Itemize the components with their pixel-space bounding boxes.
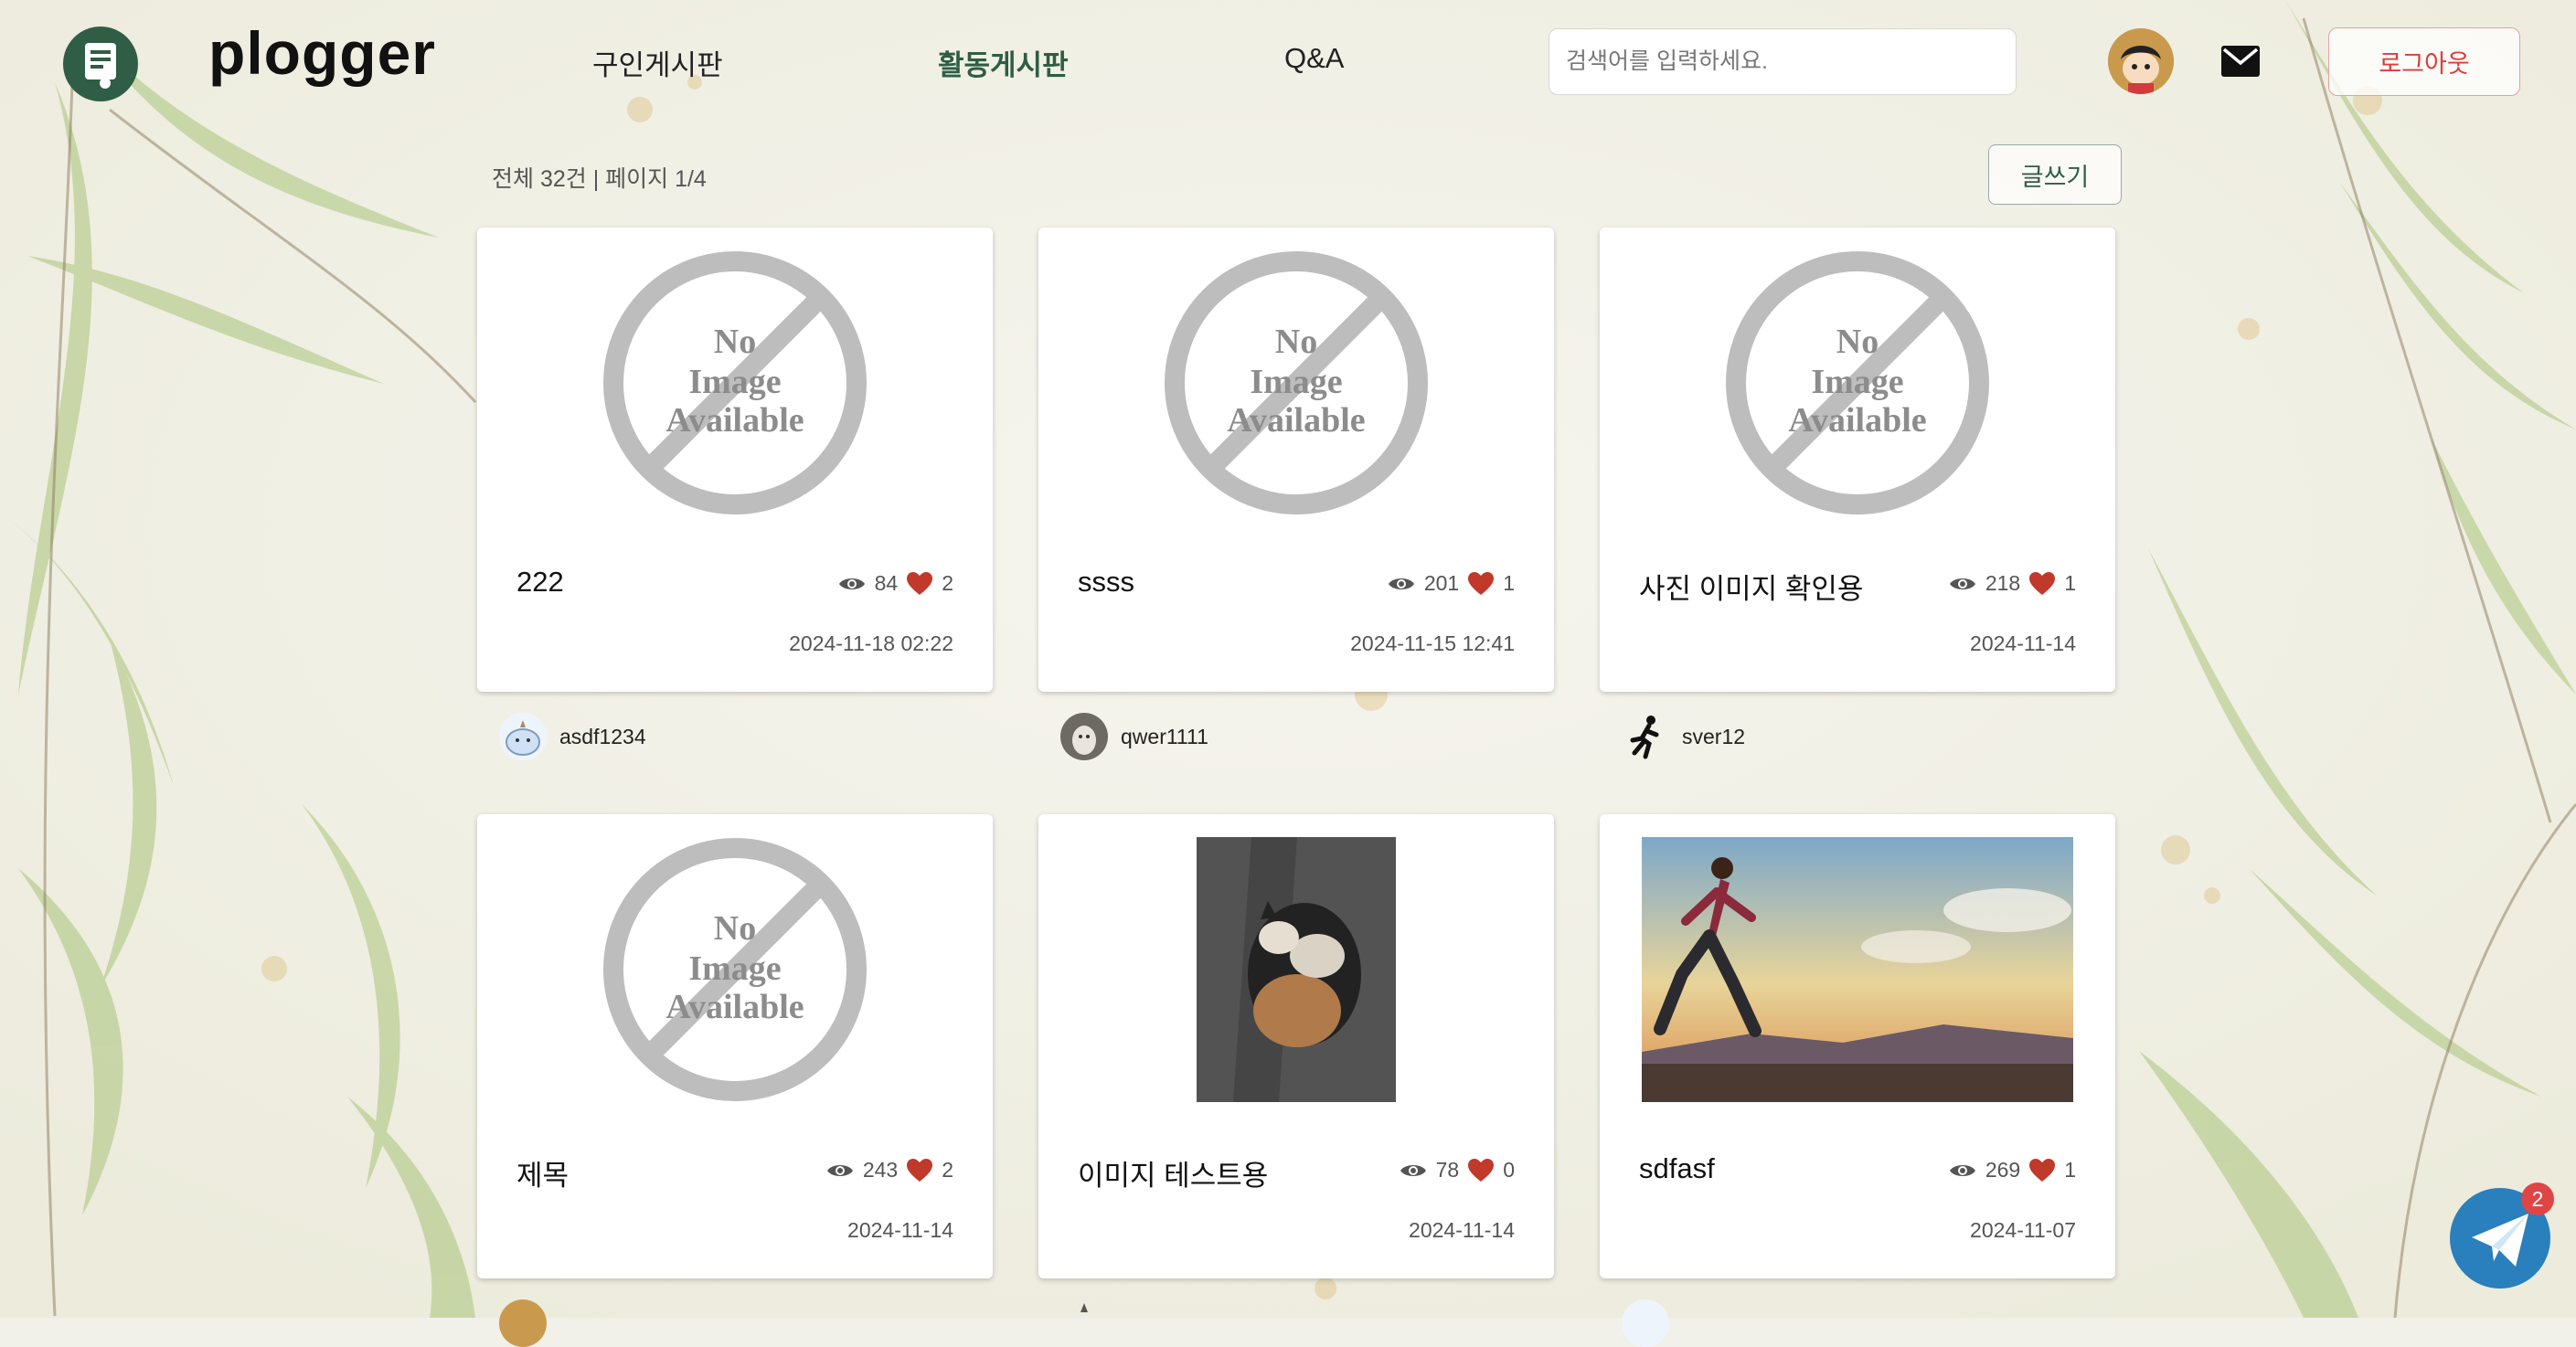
post-date: 2024-11-18 02:22 (789, 631, 953, 655)
post-thumbnail (1038, 837, 1554, 1102)
heart-icon (907, 1158, 933, 1182)
noimage-text-line: Available (1227, 401, 1365, 440)
write-button[interactable]: 글쓰기 (1988, 144, 2122, 205)
like-count: 1 (1503, 571, 1515, 595)
post-stats: 201 1 (1388, 571, 1515, 596)
view-count: 218 (1985, 571, 2021, 595)
runner-photo (1642, 837, 2073, 1102)
heart-icon (2029, 1158, 2056, 1182)
search-input[interactable] (1549, 28, 2017, 95)
eye-icon (1400, 1164, 1426, 1176)
post-title: 이미지 테스트용 (1078, 1160, 1269, 1192)
eye-icon (838, 578, 865, 589)
no-image-placeholder: No Image Available (477, 250, 993, 515)
logo-icon[interactable] (63, 27, 138, 101)
post-stats: 218 1 (1949, 571, 2076, 596)
notification-badge: 2 (2521, 1183, 2554, 1215)
noimage-text-line: No (1275, 323, 1317, 361)
eye-icon (1949, 1164, 1975, 1176)
author-name: qwer1111 (1121, 724, 1208, 748)
heart-icon (2029, 571, 2056, 595)
post-author[interactable]: qwer1111 (1060, 713, 1208, 760)
heart-icon (1468, 1158, 1495, 1182)
mail-icon[interactable] (2221, 46, 2260, 77)
post-date: 2024-11-14 (1409, 1218, 1515, 1242)
logout-button[interactable]: 로그아웃 (2328, 27, 2520, 96)
noimage-text-line: Image (688, 363, 781, 401)
nav-qna[interactable]: Q&A (1284, 42, 1344, 75)
post-author[interactable] (499, 1299, 547, 1347)
like-count: 2 (942, 571, 953, 595)
post-stats: 269 1 (1949, 1158, 2076, 1183)
post-author[interactable] (1060, 1299, 1108, 1347)
post-count-summary: 전체 32건 | 페이지 1/4 (492, 166, 707, 192)
noimage-text-line: Available (665, 401, 804, 440)
author-name: sver12 (1682, 724, 1746, 748)
no-image-placeholder: No Image Available (1600, 250, 2115, 515)
eye-icon (1949, 578, 1975, 589)
post-author[interactable]: asdf1234 (499, 713, 646, 760)
author-avatar (1060, 713, 1108, 760)
author-name: asdf1234 (559, 724, 646, 748)
noimage-text-line: No (714, 323, 756, 361)
no-image-placeholder: No Image Available (477, 837, 993, 1102)
author-avatar (499, 1299, 547, 1347)
post-date: 2024-11-15 12:41 (1350, 631, 1515, 655)
like-count: 2 (942, 1158, 953, 1182)
post-title: 사진 이미지 확인용 (1639, 573, 1864, 605)
post-title: ssss (1078, 566, 1134, 598)
view-count: 84 (874, 571, 899, 595)
post-author[interactable]: sver12 (1622, 713, 1745, 760)
post-stats: 84 2 (838, 571, 953, 596)
noimage-text-line: Image (688, 949, 781, 988)
post-author[interactable] (1622, 1299, 1669, 1347)
noimage-text-line: Available (1788, 401, 1926, 440)
eye-icon (1388, 578, 1414, 589)
post-card[interactable]: No Image Available 사진 이미지 확인용 218 1 2024… (1600, 228, 2115, 692)
view-count: 269 (1985, 1158, 2021, 1182)
post-title: sdfasf (1639, 1152, 1715, 1184)
post-card[interactable]: sdfasf 269 1 2024-11-07 (1600, 814, 2115, 1278)
like-count: 1 (2064, 571, 2076, 595)
post-stats: 243 2 (826, 1158, 953, 1183)
brand-title[interactable]: plogger (208, 18, 436, 88)
view-count: 201 (1423, 571, 1460, 595)
eye-icon (826, 1164, 853, 1176)
post-title: 222 (516, 566, 564, 598)
post-date: 2024-11-07 (1970, 1218, 2076, 1242)
author-avatar (1622, 1299, 1669, 1347)
post-date: 2024-11-14 (1970, 631, 2076, 655)
nav-job-board[interactable]: 구인게시판 (592, 42, 723, 83)
post-card[interactable]: No Image Available 제목 243 2 2024-11-14 (477, 814, 993, 1278)
author-avatar (1060, 1299, 1108, 1347)
post-title: 제목 (516, 1160, 569, 1192)
noimage-text-line: Available (665, 988, 804, 1026)
like-count: 1 (2064, 1158, 2076, 1182)
view-count: 243 (862, 1158, 899, 1182)
like-count: 0 (1503, 1158, 1515, 1182)
view-count: 78 (1435, 1158, 1460, 1182)
cat-photo (1197, 837, 1396, 1102)
post-stats: 78 0 (1400, 1158, 1515, 1183)
post-card[interactable]: 이미지 테스트용 78 0 2024-11-14 (1038, 814, 1554, 1278)
post-card[interactable]: No Image Available 222 84 2 2024-11-18 0… (477, 228, 993, 692)
user-avatar[interactable] (2108, 28, 2174, 94)
post-thumbnail (1600, 837, 2115, 1102)
post-card[interactable]: No Image Available ssss 201 1 2024-11-15… (1038, 228, 1554, 692)
noimage-text-line: No (714, 909, 756, 948)
heart-icon (907, 571, 933, 595)
no-image-placeholder: No Image Available (1038, 250, 1554, 515)
heart-icon (1468, 571, 1495, 595)
author-avatar (499, 713, 547, 760)
post-date: 2024-11-14 (847, 1218, 953, 1242)
noimage-text-line: No (1836, 323, 1879, 361)
noimage-text-line: Image (1250, 363, 1342, 401)
noimage-text-line: Image (1811, 363, 1903, 401)
nav-activity-board[interactable]: 활동게시판 (938, 42, 1069, 83)
runner-icon (1622, 713, 1669, 760)
page: plogger 구인게시판 활동게시판 Q&A 로그아웃 전체 32건 | 페이… (0, 0, 2576, 1347)
